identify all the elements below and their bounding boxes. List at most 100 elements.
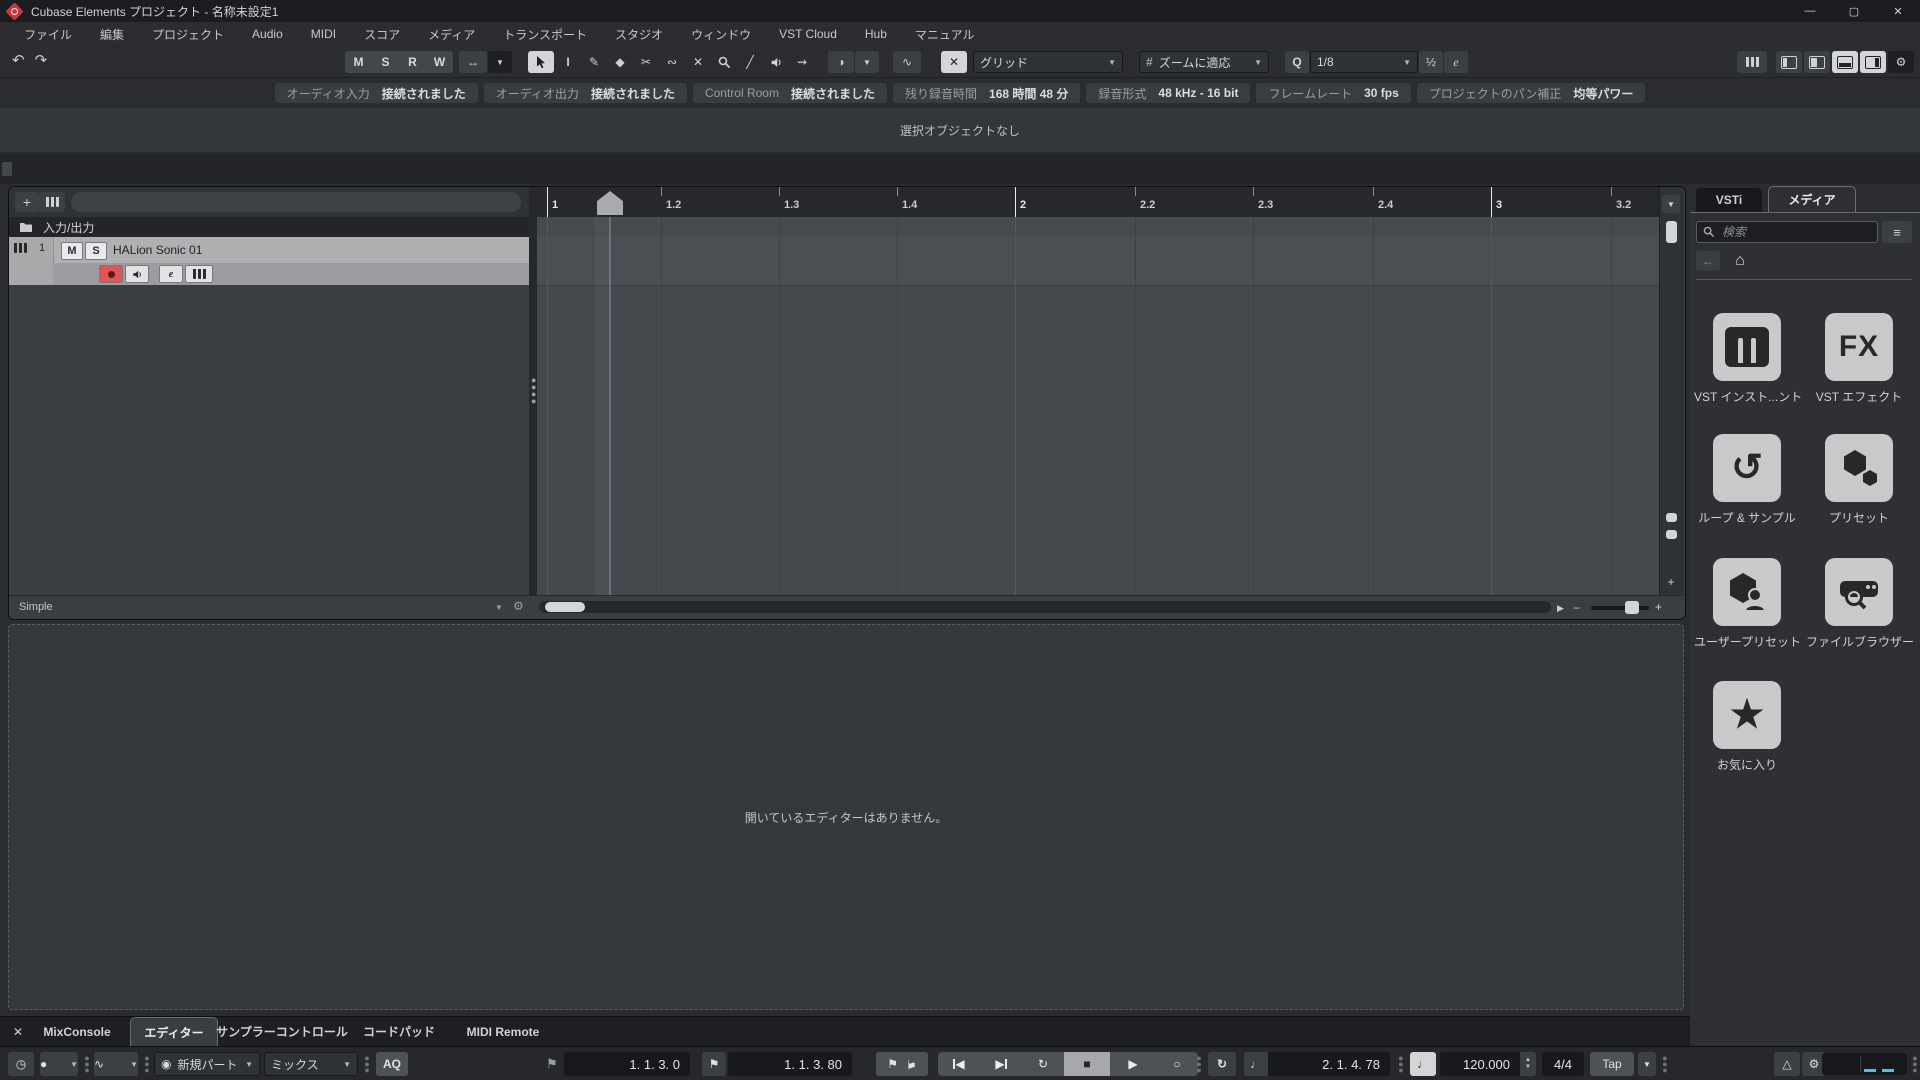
common-record-modes-button[interactable]: ◷ <box>8 1052 34 1076</box>
timeline-ruler[interactable]: 1 1.2 1.3 1.4 2 2.2 2.3 2.4 3 3.2 <box>537 187 1659 218</box>
menu-transport[interactable]: トランスポート <box>489 26 601 43</box>
record-button[interactable]: ○ <box>1156 1052 1198 1076</box>
horizontal-scrollbar[interactable] <box>539 601 1551 613</box>
autoscroll-button[interactable]: ↔ <box>459 51 487 73</box>
menu-studio[interactable]: スタジオ <box>601 26 677 43</box>
quantize-preset-combo[interactable]: 1/8 ▼ <box>1310 51 1418 73</box>
track-solo-button[interactable]: S <box>85 242 107 260</box>
instrument-rack-button[interactable] <box>1737 51 1767 73</box>
record-enable-button[interactable] <box>99 265 123 283</box>
object-selection-tool[interactable] <box>528 51 554 73</box>
menu-hub[interactable]: Hub <box>851 27 901 41</box>
horizontal-zoom-slider[interactable] <box>1591 606 1649 610</box>
metronome-button[interactable]: △ <box>1774 1052 1800 1076</box>
tab-sampler-control[interactable]: サンプラーコントロール <box>202 1017 362 1046</box>
tile-file-browser[interactable]: ファイルブラウザー <box>1806 558 1914 650</box>
automation-follows-events-button[interactable]: ∿ <box>893 51 921 73</box>
menu-file[interactable]: ファイル <box>10 26 86 43</box>
setup-window-layout-button[interactable]: ⚙ <box>1888 51 1914 73</box>
mute-all-button[interactable]: M <box>345 51 372 73</box>
add-track-button[interactable]: + <box>15 192 39 212</box>
horizontal-scrollbar-thumb[interactable] <box>545 602 585 612</box>
left-zone-toggle[interactable] <box>1776 51 1802 73</box>
erase-tool[interactable]: ◆ <box>608 51 632 73</box>
stop-button[interactable]: ■ <box>1064 1052 1110 1076</box>
zoom-fit-combo[interactable]: # ズームに適応 ▼ <box>1139 51 1269 73</box>
auto-quantize-button[interactable]: AQ <box>376 1052 408 1076</box>
play-audition-tool[interactable] <box>764 51 788 73</box>
tempo-options-dropdown[interactable]: ▼ <box>1638 1052 1656 1076</box>
menu-vst-cloud[interactable]: VST Cloud <box>765 27 851 41</box>
grid-type-combo[interactable]: グリッド ▼ <box>973 51 1123 73</box>
cycle-button[interactable]: ↻ <box>1022 1052 1064 1076</box>
color-tool[interactable]: ◑ <box>828 51 854 73</box>
right-locator-flag-button[interactable]: ⚑ <box>702 1052 726 1076</box>
close-button[interactable]: ✕ <box>1876 0 1920 22</box>
event-display-area[interactable] <box>537 217 1659 595</box>
performance-meter[interactable] <box>1822 1053 1907 1075</box>
left-locator-flag-icon[interactable]: ⚑ <box>546 1052 558 1076</box>
autoscroll-options-dropdown[interactable]: ▼ <box>488 51 512 73</box>
lower-zone-toggle[interactable] <box>1832 51 1858 73</box>
punch-in-out-buttons[interactable]: ⚑ ⚑ <box>876 1052 928 1076</box>
right-zone-toggle[interactable] <box>1860 51 1886 73</box>
media-home-button[interactable]: ⌂ <box>1728 251 1752 271</box>
tile-vst-effects[interactable]: FX VST エフェクト <box>1806 313 1912 405</box>
track-preset-button[interactable] <box>39 192 65 212</box>
left-locator-display[interactable]: 1. 1. 3. 0 <box>564 1052 690 1076</box>
tab-mixconsole[interactable]: MixConsole <box>22 1017 132 1046</box>
vertical-zoom-thumb[interactable] <box>1666 513 1677 522</box>
tap-tempo-button[interactable]: Tap <box>1590 1052 1634 1076</box>
undo-button[interactable]: ↶ <box>12 51 25 69</box>
quantize-icon-button[interactable]: Q <box>1285 51 1309 73</box>
tab-media[interactable]: メディア <box>1768 186 1856 212</box>
zoom-out-button[interactable]: − <box>1573 601 1580 615</box>
menu-media[interactable]: メディア <box>414 26 489 43</box>
write-automation-button[interactable]: W <box>426 51 453 73</box>
instrument-track-row[interactable]: 1 M S HALion Sonic 01 e <box>9 237 529 285</box>
view-preset-dropdown[interactable]: ▼ <box>495 603 503 612</box>
vertical-scrollbar-thumb[interactable] <box>1666 221 1677 243</box>
midi-record-mode-combo[interactable]: ◉ 新規パート ▼ <box>154 1052 260 1076</box>
menu-score[interactable]: スコア <box>350 26 414 43</box>
left-zone-wide-toggle[interactable] <box>1804 51 1830 73</box>
media-search-input[interactable] <box>1720 224 1871 240</box>
instrument-button[interactable] <box>185 265 213 283</box>
horizontal-zoom-thumb[interactable] <box>1625 601 1639 614</box>
split-tool[interactable]: ✂ <box>634 51 658 73</box>
maximize-button[interactable]: ▢ <box>1832 0 1876 22</box>
zoom-in-button[interactable]: + <box>1655 600 1662 614</box>
primary-time-display[interactable]: 2. 1. 4. 78 <box>1268 1052 1390 1076</box>
track-height-thumb[interactable] <box>1666 530 1677 539</box>
scroll-right-arrow[interactable]: ▶ <box>1557 603 1564 614</box>
minimize-button[interactable]: — <box>1788 0 1832 22</box>
exchange-time-format-button[interactable]: ↻ <box>1208 1052 1236 1076</box>
track-view-settings-gear[interactable]: ⚙ <box>513 599 524 613</box>
track-mute-button[interactable]: M <box>61 242 83 260</box>
go-to-end-button[interactable]: ▶ <box>980 1052 1022 1076</box>
audio-record-mode-button[interactable]: ● ▼ <box>40 1052 78 1076</box>
draw-tool[interactable]: ✎ <box>582 51 606 73</box>
mute-tool[interactable]: ✕ <box>686 51 710 73</box>
right-locator-display[interactable]: 1. 1. 3. 80 <box>728 1052 852 1076</box>
media-back-button[interactable]: ← <box>1696 251 1720 271</box>
track-view-preset[interactable]: Simple <box>19 601 53 613</box>
play-button[interactable]: ▶ <box>1110 1052 1156 1076</box>
menu-project[interactable]: プロジェクト <box>138 26 238 43</box>
midi-cycle-record-mode-combo[interactable]: ミックス ▼ <box>264 1052 358 1076</box>
media-search-box[interactable] <box>1696 221 1878 243</box>
open-quantize-panel-button[interactable]: e <box>1444 51 1468 73</box>
vertical-zoom-in-button[interactable]: + <box>1662 573 1680 591</box>
tile-presets[interactable]: プリセット <box>1806 434 1912 526</box>
go-to-start-button[interactable]: ◀ <box>938 1052 980 1076</box>
tempo-track-toggle[interactable]: ♩ <box>1410 1052 1436 1076</box>
menu-edit[interactable]: 編集 <box>86 26 138 43</box>
tile-vst-instruments[interactable]: VST インスト...ント <box>1694 313 1802 405</box>
media-list-view-button[interactable]: ≡ <box>1882 221 1912 243</box>
tempo-spinner[interactable]: ▲ ▼ <box>1520 1052 1536 1076</box>
io-folder-track[interactable]: 入力/出力 <box>9 217 529 237</box>
audio-cycle-record-mode-button[interactable]: ∿ ▼ <box>94 1052 138 1076</box>
tile-loops-samples[interactable]: ↺ ループ & サンプル <box>1694 434 1800 526</box>
tab-chord-pads[interactable]: コードパッド <box>349 1017 449 1046</box>
zoom-tool[interactable] <box>712 51 736 73</box>
